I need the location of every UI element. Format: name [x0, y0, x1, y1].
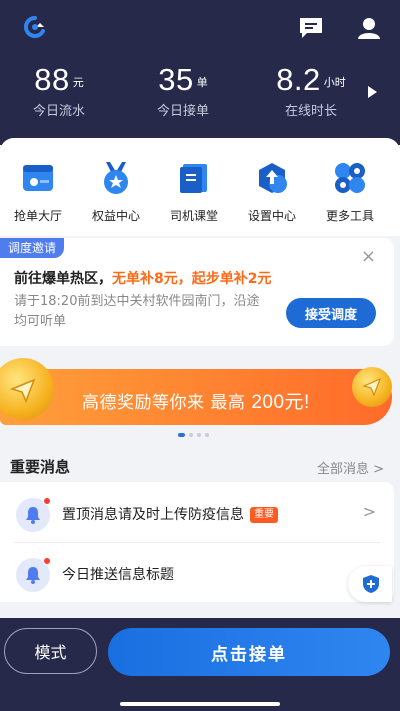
home-indicator: [120, 702, 280, 706]
bell-glyph-icon: [26, 507, 40, 524]
quick-menu-label: 司机课堂: [169, 209, 218, 223]
message-item[interactable]: 今日推送信息标题: [0, 542, 394, 602]
more-tools-icon: [335, 163, 365, 193]
carousel-indicator: [178, 433, 209, 437]
user-icon[interactable]: [356, 16, 382, 40]
message-item[interactable]: 置顶消息请及时上传防疫信息 重要 >: [0, 482, 394, 543]
quick-menu-label: 权益中心: [91, 209, 140, 223]
stat-value: 88: [34, 62, 70, 97]
stat-label: 今日接单: [156, 104, 209, 119]
invite-title: 前往爆单热区，无单补8元，起步单补2元: [14, 268, 271, 288]
invite-description: 请于18:20前到达中关村软件园南门，沿途均可听单: [14, 294, 260, 329]
settings-icon: [259, 163, 287, 193]
bell-icon: [16, 497, 51, 532]
carousel-dot: [197, 433, 201, 437]
bell-glyph-icon: [26, 567, 40, 584]
stat-unit: 小时: [323, 76, 346, 89]
carousel-dot: [205, 433, 209, 437]
book-icon: [180, 164, 207, 193]
unread-dot: [43, 497, 51, 505]
chat-icon[interactable]: [298, 16, 324, 40]
accept-orders-button[interactable]: 点击接单: [108, 628, 390, 676]
stats-expand-arrow-icon[interactable]: [368, 86, 377, 98]
quick-menu-driver-class[interactable]: 司机课堂: [160, 160, 228, 224]
app-logo-icon: [23, 16, 45, 38]
dispatch-invite-card: 调度邀请 × 前往爆单热区，无单补8元，起步单补2元 请于18:20前到达中关村…: [0, 238, 394, 346]
quick-menu-label: 更多工具: [325, 209, 374, 223]
all-messages-link[interactable]: 全部消息 >: [317, 458, 384, 477]
stat-online-hours: 8.2 小时 在线时长: [256, 62, 366, 119]
quick-menu-more-tools[interactable]: 更多工具: [316, 160, 384, 224]
reward-banner-text: 高德奖励等你来 最高 200元!: [82, 387, 310, 414]
message-title: 今日推送信息标题: [62, 567, 174, 583]
stat-value: 8.2: [276, 62, 321, 97]
invite-tag: 调度邀请: [0, 238, 65, 258]
carousel-dot-active: [178, 433, 185, 437]
stat-unit: 单: [196, 76, 208, 89]
quick-menu-label: 抢单大厅: [13, 209, 62, 223]
reward-banner-amount: 200元!: [251, 392, 310, 413]
quick-menu-settings[interactable]: 设置中心: [238, 160, 306, 224]
reward-banner-label: 高德奖励等你来 最高: [82, 393, 246, 413]
important-badge: 重要: [250, 507, 278, 523]
stat-label: 在线时长: [284, 104, 337, 119]
chevron-right-icon: >: [362, 502, 376, 521]
accept-dispatch-button[interactable]: 接受调度: [286, 298, 376, 328]
mode-button[interactable]: 模式: [4, 628, 97, 674]
message-title: 置顶消息请及时上传防疫信息: [62, 507, 244, 523]
stat-today-orders: 35 单 今日接单: [128, 62, 238, 119]
carousel-dot: [189, 433, 193, 437]
message-text: 今日推送信息标题: [62, 564, 174, 584]
invite-title-prefix: 前往爆单热区，: [14, 271, 112, 287]
paper-plane-icon: [362, 377, 382, 397]
stat-today-income: 88 元 今日流水: [4, 62, 114, 119]
stat-label: 今日流水: [32, 104, 85, 119]
messages-section-title: 重要消息: [10, 458, 71, 476]
stat-value: 35: [158, 62, 194, 97]
close-icon[interactable]: ×: [361, 246, 376, 267]
paper-plane-icon: [9, 378, 36, 403]
shield-icon: [363, 575, 379, 593]
medal-icon: [104, 162, 128, 194]
message-text: 置顶消息请及时上传防疫信息 重要: [62, 504, 278, 524]
messages-list: 置顶消息请及时上传防疫信息 重要 > 今日推送信息标题: [0, 482, 394, 602]
safety-shield-button[interactable]: [348, 566, 392, 602]
stat-unit: 元: [72, 76, 84, 89]
grab-hall-icon: [23, 165, 53, 191]
quick-menu-label: 设置中心: [247, 209, 296, 223]
bell-icon: [16, 557, 51, 592]
quick-menu-grab-hall[interactable]: 抢单大厅: [4, 160, 72, 224]
unread-dot: [43, 557, 51, 565]
invite-title-highlight: 无单补8元，起步单补2元: [112, 271, 272, 287]
quick-menu-benefits[interactable]: 权益中心: [82, 160, 150, 224]
